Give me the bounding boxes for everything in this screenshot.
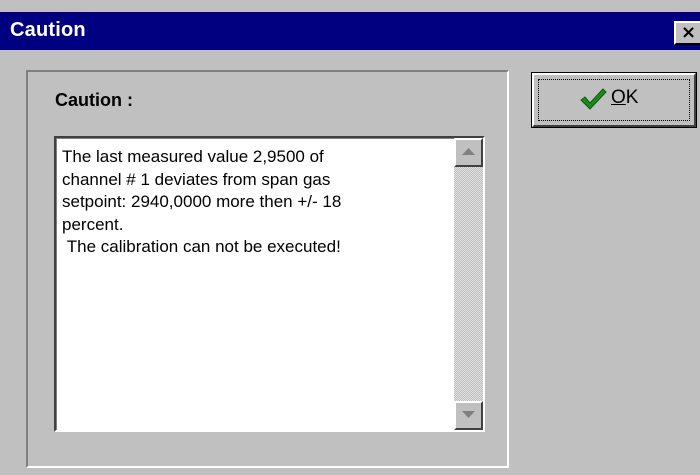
close-button[interactable]: × [674, 21, 700, 45]
scroll-up-button[interactable] [454, 138, 483, 167]
title-bar[interactable]: Caution × [0, 12, 700, 50]
scroll-up-arrow-icon [462, 148, 475, 155]
scroll-down-button[interactable] [454, 401, 483, 430]
scroll-down-arrow-icon [462, 411, 475, 418]
ok-button[interactable]: OK [531, 72, 697, 128]
ok-button-label: OK [611, 87, 638, 109]
checkmark-icon [580, 88, 607, 110]
ok-mnemonic: O [611, 87, 626, 108]
message-text: The last measured value 2,9500 of channe… [62, 147, 342, 256]
window-title: Caution [10, 19, 86, 41]
message-memo[interactable]: The last measured value 2,9500 of channe… [54, 136, 485, 432]
panel-label: Caution : [55, 90, 133, 110]
ok-label-rest: K [625, 87, 639, 108]
vertical-scrollbar[interactable] [454, 138, 483, 430]
close-icon: × [681, 22, 697, 43]
